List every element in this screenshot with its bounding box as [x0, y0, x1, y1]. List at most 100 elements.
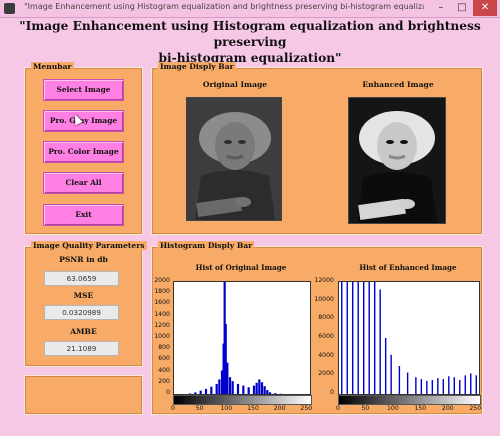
enhanced-histogram-bar [357, 282, 359, 394]
original-histogram-axes [173, 281, 311, 395]
enhanced-histogram-bar [368, 282, 370, 394]
enhanced-histogram-x-tick-label: 50 [361, 405, 370, 412]
enhanced-histogram-x-tick-label: 0 [336, 405, 340, 412]
enhanced-histogram-title: Hist of Enhanced Image [359, 263, 457, 272]
window-title: "Image Enhancement using Histogram equal… [24, 2, 424, 11]
original-image [186, 97, 282, 221]
enhanced-image-label: Enhanced Image [362, 80, 434, 89]
minimize-button[interactable]: – [431, 0, 451, 16]
enhanced-histogram-y-tick-label: 2000 [318, 370, 334, 378]
original-histogram-x-tick-label: 50 [195, 405, 204, 412]
original-histogram-bar [215, 383, 218, 394]
original-histogram-bar [210, 386, 213, 394]
enhanced-histogram-bar [398, 366, 401, 394]
original-histogram-x-tick-label: 100 [220, 405, 233, 412]
quality-parameters-title: Image Quality Parameters [31, 241, 147, 250]
original-histogram-y-tick-label: 800 [158, 344, 170, 352]
original-histogram-chart [188, 282, 282, 394]
enhanced-image-graphic [349, 98, 445, 223]
psnr-value-field: 63.0659 [44, 271, 119, 286]
enhanced-histogram-axes [338, 281, 480, 395]
original-histogram-y-tick-label: 0 [166, 389, 170, 396]
original-histogram-bar [236, 383, 240, 394]
original-histogram-bar [218, 379, 221, 394]
enhanced-histogram-bar [379, 289, 381, 394]
enhanced-histogram-bar [406, 372, 409, 394]
original-histogram-bar [266, 390, 269, 394]
select-image-button[interactable]: Select Image [43, 79, 124, 101]
window-titlebar: "Image Enhancement using Histogram equal… [0, 0, 500, 18]
enhanced-histogram-y-tick-label: 10000 [314, 295, 334, 303]
clear-all-button[interactable]: Clear All [43, 172, 124, 194]
enhanced-histogram-x-tick-label: 100 [386, 405, 399, 412]
enhanced-histogram-y-tick-label: 6000 [318, 333, 334, 340]
menubar-title: Menubar [31, 62, 74, 71]
histogram-display-title: Histogram Disply Bar [158, 241, 255, 250]
original-histogram-bar [268, 392, 272, 394]
enhanced-histogram-bar [390, 354, 392, 394]
original-histogram-y-tick-label: 1000 [154, 333, 170, 340]
histogram-display-panel: Histogram Disply Bar Hist of Original Im… [151, 241, 483, 415]
enhanced-histogram-bar [437, 378, 439, 394]
original-histogram-title: Hist of Original Image [195, 263, 287, 272]
close-button[interactable]: ✕ [473, 0, 497, 16]
menubar-panel: Menubar Select Image Pro. Gray Image Pro… [24, 62, 143, 235]
page-title: "Image Enhancement using Histogram equal… [10, 18, 490, 66]
image-display-title: Image Disply Bar [158, 62, 236, 71]
enhanced-histogram-bar [453, 377, 455, 394]
original-histogram-y-tick-label: 400 [158, 366, 170, 374]
original-histogram-y-tick-label: 1800 [154, 288, 170, 296]
empty-panel [24, 375, 143, 415]
original-histogram-bar [260, 382, 264, 394]
quality-parameters-panel: Image Quality Parameters PSNR in db 63.0… [24, 241, 147, 367]
exit-button[interactable]: Exit [43, 204, 124, 226]
enhanced-histogram-bar [464, 375, 466, 394]
enhanced-histogram-x-tick-label: 200 [441, 405, 454, 412]
original-histogram-x-tick-label: 250 [300, 405, 313, 412]
original-histogram-y-tick-label: 200 [158, 377, 170, 385]
enhanced-histogram-bar [384, 338, 387, 394]
page-title-line2: bi-histogram equalization" [158, 51, 342, 65]
original-histogram-bar [274, 393, 277, 394]
original-histogram-bar [255, 382, 258, 394]
enhanced-histogram-bar [420, 379, 423, 394]
original-histogram-y-tick-label: 1600 [154, 299, 170, 307]
original-histogram-y-tick-label: 1400 [154, 310, 170, 318]
mse-label: MSE [73, 291, 94, 300]
enhanced-histogram-bar [363, 282, 365, 394]
enhanced-histogram-bar [341, 282, 343, 394]
enhanced-histogram-bar [470, 373, 472, 394]
enhanced-histogram-bar [415, 377, 417, 394]
original-histogram-bar [204, 388, 208, 394]
original-histogram-bar [247, 387, 250, 394]
enhanced-histogram-bar [459, 380, 461, 394]
original-histogram-x-tick-label: 200 [273, 405, 286, 412]
enhanced-histogram-bar [373, 282, 376, 394]
original-histogram-bar [258, 379, 261, 394]
original-histogram-y-tick-label: 2000 [154, 277, 170, 284]
original-gray-bar [173, 395, 312, 405]
image-display-panel: Image Disply Bar Original Image Enhanced… [151, 62, 483, 235]
original-histogram-bar [242, 385, 245, 394]
enhanced-histogram-x-tick-label: 150 [414, 405, 427, 412]
ambe-label: AMBE [70, 327, 97, 336]
original-histogram-x-tick-label: 150 [247, 405, 259, 412]
original-histogram-bar [194, 392, 197, 394]
enhanced-histogram-chart [341, 282, 477, 394]
enhanced-histogram-bar [442, 379, 445, 394]
original-histogram-bar [228, 377, 232, 394]
enhanced-histogram-bar [352, 282, 354, 394]
original-histogram-y-tick-label: 600 [158, 355, 170, 363]
enhanced-histogram-y-tick-label: 4000 [318, 351, 334, 359]
enhanced-histogram-bar [448, 376, 450, 394]
enhanced-histogram-bar [431, 380, 434, 394]
process-color-image-button[interactable]: Pro. Color Image [43, 141, 124, 163]
enhanced-histogram-y-tick-label: 8000 [318, 314, 334, 322]
process-gray-image-button[interactable]: Pro. Gray Image [43, 110, 124, 132]
maximize-button[interactable]: □ [452, 0, 472, 16]
enhanced-histogram-bar [475, 375, 477, 394]
enhanced-histogram-x-tick-label: 250 [469, 405, 482, 412]
original-image-graphic [187, 98, 281, 220]
enhanced-histogram-bar [346, 282, 348, 394]
original-image-label: Original Image [202, 80, 268, 89]
